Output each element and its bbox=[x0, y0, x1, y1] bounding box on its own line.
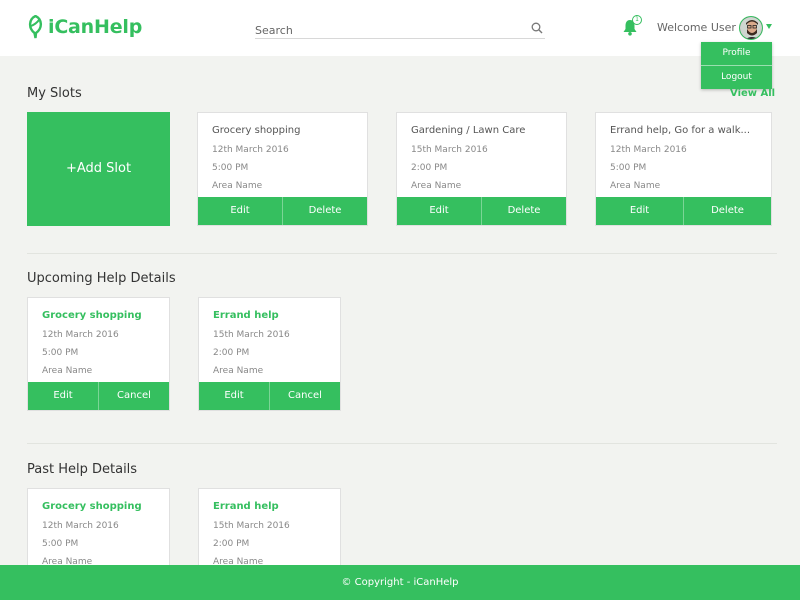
edit-button[interactable]: Edit bbox=[596, 197, 683, 225]
brand-name: iCanHelp bbox=[48, 16, 143, 38]
cancel-button[interactable]: Cancel bbox=[269, 382, 340, 410]
chevron-down-icon[interactable] bbox=[766, 24, 772, 29]
card-time: 2:00 PM bbox=[213, 348, 250, 358]
delete-button[interactable]: Delete bbox=[481, 197, 566, 225]
delete-button[interactable]: Delete bbox=[683, 197, 771, 225]
card-actions: Edit Cancel bbox=[199, 382, 340, 410]
card-date: 15th March 2016 bbox=[213, 521, 290, 531]
my-slots-title: My Slots bbox=[27, 86, 82, 101]
card-date: 12th March 2016 bbox=[212, 145, 289, 155]
upcoming-help-title: Upcoming Help Details bbox=[27, 271, 176, 286]
card-date: 12th March 2016 bbox=[610, 145, 687, 155]
card-area: Area Name bbox=[610, 181, 661, 191]
brand-logo[interactable]: iCanHelp bbox=[27, 15, 142, 39]
edit-button[interactable]: Edit bbox=[397, 197, 481, 225]
notification-badge: 1 bbox=[632, 15, 642, 25]
menu-item-profile[interactable]: Profile bbox=[701, 42, 772, 65]
card-actions: Edit Cancel bbox=[28, 382, 169, 410]
avatar[interactable] bbox=[739, 16, 763, 40]
card-date: 15th March 2016 bbox=[213, 330, 290, 340]
upcoming-help-card: Errand help 15th March 2016 2:00 PM Area… bbox=[198, 297, 341, 411]
footer: © Copyright - iCanHelp bbox=[0, 565, 800, 600]
edit-button[interactable]: Edit bbox=[198, 197, 282, 225]
card-time: 5:00 PM bbox=[610, 163, 647, 173]
card-title: Errand help, Go for a walk... bbox=[610, 125, 751, 136]
card-title[interactable]: Grocery shopping bbox=[42, 310, 142, 321]
card-area: Area Name bbox=[213, 366, 264, 376]
card-actions: Edit Delete bbox=[596, 197, 771, 225]
edit-button[interactable]: Edit bbox=[28, 382, 98, 410]
upcoming-help-card: Grocery shopping 12th March 2016 5:00 PM… bbox=[27, 297, 170, 411]
slot-card: Errand help, Go for a walk... 12th March… bbox=[595, 112, 772, 226]
search-bar bbox=[255, 19, 545, 40]
edit-button[interactable]: Edit bbox=[199, 382, 269, 410]
card-area: Area Name bbox=[42, 366, 93, 376]
card-actions: Edit Delete bbox=[198, 197, 367, 225]
card-time: 5:00 PM bbox=[212, 163, 249, 173]
section-divider bbox=[27, 253, 777, 254]
add-slot-button[interactable]: +Add Slot bbox=[27, 112, 170, 226]
card-title: Grocery shopping bbox=[212, 125, 301, 136]
card-time: 5:00 PM bbox=[42, 539, 79, 549]
card-date: 12th March 2016 bbox=[42, 521, 119, 531]
user-avatar-icon bbox=[740, 17, 762, 39]
section-divider bbox=[27, 443, 777, 444]
user-dropdown-menu: Profile Logout bbox=[701, 42, 772, 89]
slot-card: Gardening / Lawn Care 15th March 2016 2:… bbox=[396, 112, 567, 226]
card-area: Area Name bbox=[212, 181, 263, 191]
search-icon[interactable] bbox=[531, 22, 543, 34]
search-input[interactable] bbox=[255, 21, 515, 40]
card-time: 2:00 PM bbox=[411, 163, 448, 173]
card-title[interactable]: Errand help bbox=[213, 310, 279, 321]
view-all-link[interactable]: View All bbox=[730, 88, 775, 99]
cancel-button[interactable]: Cancel bbox=[98, 382, 169, 410]
past-help-title: Past Help Details bbox=[27, 462, 138, 477]
card-date: 15th March 2016 bbox=[411, 145, 488, 155]
copyright-text: © Copyright - iCanHelp bbox=[341, 577, 459, 588]
leaf-logo-icon bbox=[28, 15, 43, 39]
card-title[interactable]: Errand help bbox=[213, 501, 279, 512]
slot-card: Grocery shopping 12th March 2016 5:00 PM… bbox=[197, 112, 368, 226]
card-time: 2:00 PM bbox=[213, 539, 250, 549]
card-date: 12th March 2016 bbox=[42, 330, 119, 340]
delete-button[interactable]: Delete bbox=[282, 197, 367, 225]
card-actions: Edit Delete bbox=[397, 197, 566, 225]
menu-item-logout[interactable]: Logout bbox=[701, 66, 772, 89]
card-area: Area Name bbox=[411, 181, 462, 191]
welcome-text: Welcome User bbox=[657, 21, 736, 34]
card-time: 5:00 PM bbox=[42, 348, 79, 358]
card-title: Gardening / Lawn Care bbox=[411, 125, 526, 136]
card-title[interactable]: Grocery shopping bbox=[42, 501, 142, 512]
top-header: iCanHelp 1 Welcome User bbox=[0, 0, 800, 56]
